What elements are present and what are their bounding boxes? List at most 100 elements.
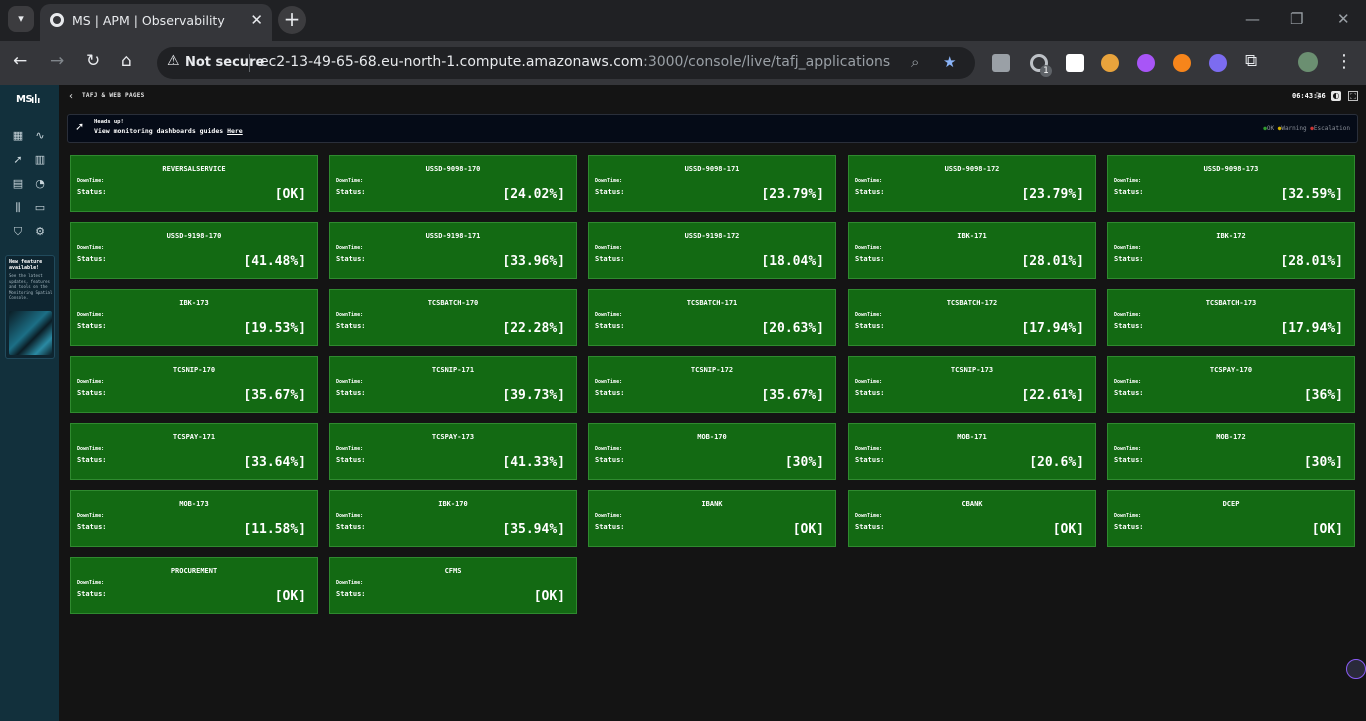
- home-icon[interactable]: ⌂: [121, 51, 132, 71]
- extension-fox-icon[interactable]: [1173, 54, 1191, 72]
- zoom-icon[interactable]: ⌕: [911, 53, 919, 71]
- service-card[interactable]: TCSNIP-172 DownTime: Status: [35.67%]: [588, 356, 836, 413]
- status-value: [35.94%]: [502, 522, 565, 537]
- guides-link[interactable]: Here: [227, 127, 243, 135]
- downtime-label: DownTime:: [77, 312, 105, 318]
- back-chevron-icon[interactable]: ‹: [69, 91, 73, 102]
- downtime-label: DownTime:: [595, 312, 623, 318]
- app-logo[interactable]: MS: [16, 94, 33, 105]
- service-card[interactable]: USSD-9098-172 DownTime: Status: [23.79%]: [848, 155, 1096, 212]
- new-tab-button[interactable]: +: [278, 6, 306, 34]
- downtime-value: [1284, 445, 1342, 451]
- activity-pulse-icon[interactable]: ∿: [33, 129, 47, 143]
- forward-arrow-icon[interactable]: →: [50, 51, 64, 71]
- status-value: [17.94%]: [1021, 321, 1084, 336]
- downtime-value: [1284, 512, 1342, 518]
- service-card[interactable]: MOB-173 DownTime: Status: [11.58%]: [70, 490, 318, 547]
- status-value: [18.04%]: [761, 254, 824, 269]
- browser-tab[interactable]: MS | APM | Observability ✕: [40, 4, 272, 41]
- reload-icon[interactable]: ↻: [86, 51, 100, 71]
- downtime-label: DownTime:: [855, 446, 883, 452]
- service-card[interactable]: TCSPAY-171 DownTime: Status: [33.64%]: [70, 423, 318, 480]
- downtime-value: [506, 177, 564, 183]
- calendar-icon[interactable]: ▤: [11, 177, 25, 191]
- service-card[interactable]: USSD-9098-173 DownTime: Status: [32.59%]: [1107, 155, 1355, 212]
- tab-search-button[interactable]: ▾: [8, 6, 34, 32]
- service-card[interactable]: TCSPAY-170 DownTime: Status: [36%]: [1107, 356, 1355, 413]
- service-card[interactable]: IBK-172 DownTime: Status: [28.01%]: [1107, 222, 1355, 279]
- service-card[interactable]: IBK-173 DownTime: Status: [19.53%]: [70, 289, 318, 346]
- not-secure-label[interactable]: Not secure: [185, 55, 264, 70]
- status-value: [35.67%]: [761, 388, 824, 403]
- service-card[interactable]: TCSBATCH-171 DownTime: Status: [20.63%]: [588, 289, 836, 346]
- browser-menu-icon[interactable]: ⋮: [1335, 51, 1353, 72]
- status-label: Status:: [1114, 523, 1144, 531]
- service-card[interactable]: PROCUREMENT DownTime: Status: [OK]: [70, 557, 318, 614]
- service-card[interactable]: USSD-9098-171 DownTime: Status: [23.79%]: [588, 155, 836, 212]
- downtime-value: [247, 445, 305, 451]
- fullscreen-icon[interactable]: ⛶: [1348, 91, 1358, 101]
- extension-circle-icon[interactable]: [1137, 54, 1155, 72]
- service-card[interactable]: TCSBATCH-173 DownTime: Status: [17.94%]: [1107, 289, 1355, 346]
- bookmark-star-icon[interactable]: ★: [943, 53, 956, 71]
- downtime-value: [506, 445, 564, 451]
- address-bar[interactable]: ⚠ Not secure ec2-13-49-65-68.eu-north-1.…: [157, 47, 975, 79]
- back-arrow-icon[interactable]: ←: [13, 51, 27, 71]
- service-card[interactable]: TCSBATCH-170 DownTime: Status: [22.28%]: [329, 289, 577, 346]
- service-card[interactable]: USSD-9198-171 DownTime: Status: [33.96%]: [329, 222, 577, 279]
- shield-icon[interactable]: ⛉: [11, 225, 25, 239]
- status-value: [33.64%]: [243, 455, 306, 470]
- monitor-icon[interactable]: ▭: [33, 201, 47, 215]
- service-card[interactable]: TCSBATCH-172 DownTime: Status: [17.94%]: [848, 289, 1096, 346]
- service-card[interactable]: DCEP DownTime: Status: [OK]: [1107, 490, 1355, 547]
- downtime-value: [765, 378, 823, 384]
- service-card[interactable]: MOB-171 DownTime: Status: [20.6%]: [848, 423, 1096, 480]
- service-card[interactable]: IBANK DownTime: Status: [OK]: [588, 490, 836, 547]
- url-text[interactable]: ec2-13-49-65-68.eu-north-1.compute.amazo…: [260, 54, 890, 70]
- pie-chart-icon[interactable]: ◔: [33, 177, 47, 191]
- service-card[interactable]: REVERSALSERVICE DownTime: Status: [OK]: [70, 155, 318, 212]
- service-card[interactable]: TCSNIP-170 DownTime: Status: [35.67%]: [70, 356, 318, 413]
- extensions-puzzle-icon[interactable]: ⧉: [1245, 51, 1257, 71]
- extension-ghost-icon[interactable]: [1209, 54, 1227, 72]
- service-card[interactable]: USSD-9198-170 DownTime: Status: [41.48%]: [70, 222, 318, 279]
- service-card[interactable]: TCSPAY-173 DownTime: Status: [41.33%]: [329, 423, 577, 480]
- dashboard-grid-icon[interactable]: ▦: [11, 129, 25, 143]
- browser-tab-bar: ▾ MS | APM | Observability ✕ + — ❐ ✕: [0, 0, 1366, 41]
- theme-toggle-icon[interactable]: ◐: [1331, 91, 1341, 101]
- downtime-value: [247, 512, 305, 518]
- service-card[interactable]: IBK-170 DownTime: Status: [35.94%]: [329, 490, 577, 547]
- new-feature-promo[interactable]: New feature available! See the latest up…: [5, 255, 55, 359]
- service-name: TCSPAY-171: [172, 433, 216, 441]
- downtime-value: [1025, 177, 1083, 183]
- service-card[interactable]: TCSNIP-171 DownTime: Status: [39.73%]: [329, 356, 577, 413]
- bar-chart-icon[interactable]: ▥: [33, 153, 47, 167]
- rocket-icon[interactable]: ➚: [11, 153, 25, 167]
- service-card[interactable]: TCSNIP-173 DownTime: Status: [22.61%]: [848, 356, 1096, 413]
- service-card[interactable]: USSD-9098-170 DownTime: Status: [24.02%]: [329, 155, 577, 212]
- site-favicon-icon: [50, 13, 64, 27]
- service-name: TCSBATCH-172: [946, 299, 998, 307]
- service-card[interactable]: MOB-172 DownTime: Status: [30%]: [1107, 423, 1355, 480]
- extension-save-icon[interactable]: [992, 54, 1010, 72]
- library-icon[interactable]: ⫼: [11, 201, 25, 215]
- extension-grid-icon[interactable]: [1066, 54, 1084, 72]
- close-tab-icon[interactable]: ✕: [250, 11, 263, 29]
- close-window-icon[interactable]: ✕: [1337, 10, 1350, 28]
- minimize-window-icon[interactable]: —: [1245, 10, 1260, 28]
- bell-icon[interactable]: ♫: [1312, 91, 1322, 101]
- service-name: TCSNIP-172: [690, 366, 734, 374]
- service-card[interactable]: USSD-9198-172 DownTime: Status: [18.04%]: [588, 222, 836, 279]
- downtime-label: DownTime:: [855, 312, 883, 318]
- status-label: Status:: [1114, 322, 1144, 330]
- downtime-value: [1025, 378, 1083, 384]
- service-card[interactable]: IBK-171 DownTime: Status: [28.01%]: [848, 222, 1096, 279]
- profile-avatar[interactable]: [1298, 52, 1318, 72]
- service-card[interactable]: MOB-170 DownTime: Status: [30%]: [588, 423, 836, 480]
- service-card[interactable]: CBANK DownTime: Status: [OK]: [848, 490, 1096, 547]
- restore-window-icon[interactable]: ❐: [1290, 10, 1303, 28]
- extension-globe-icon[interactable]: [1101, 54, 1119, 72]
- service-card[interactable]: CFMS DownTime: Status: [OK]: [329, 557, 577, 614]
- assistant-bubble-icon[interactable]: [1346, 659, 1366, 679]
- settings-sliders-icon[interactable]: ⚙: [33, 225, 47, 239]
